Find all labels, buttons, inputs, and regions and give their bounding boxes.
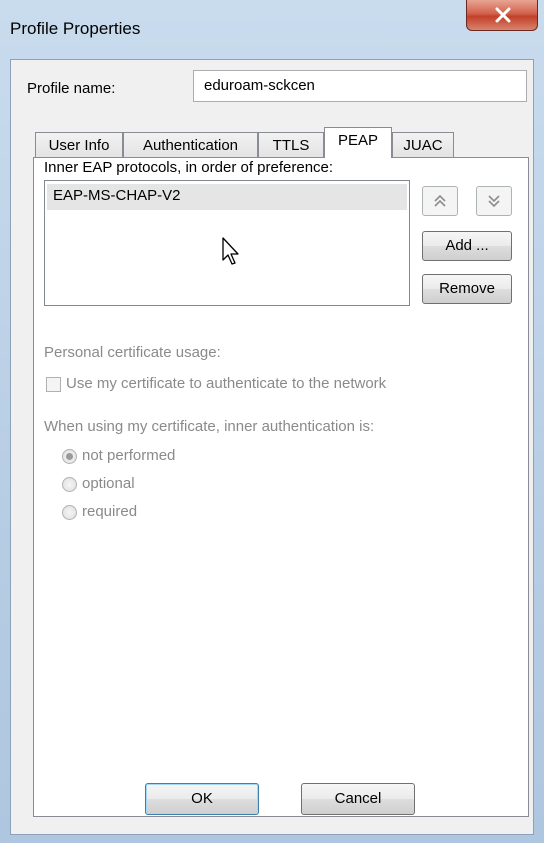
title-bar: Profile Properties xyxy=(0,0,544,58)
add-protocol-button[interactable]: Add ... xyxy=(422,231,512,261)
cancel-button[interactable]: Cancel xyxy=(301,783,415,815)
radio-required-label: required xyxy=(82,503,138,520)
move-down-button[interactable] xyxy=(476,186,512,216)
move-up-button[interactable] xyxy=(422,186,458,216)
tab-juac[interactable]: JUAC xyxy=(392,132,454,157)
profile-properties-window: Profile Properties Profile name: eduroam… xyxy=(0,0,544,843)
window-title: Profile Properties xyxy=(10,19,141,38)
tab-ttls[interactable]: TTLS xyxy=(258,132,324,157)
use-certificate-label: Use my certificate to authenticate to th… xyxy=(66,375,387,392)
use-certificate-checkbox[interactable] xyxy=(46,377,61,392)
profile-name-label: Profile name: xyxy=(27,80,116,97)
close-icon xyxy=(495,7,511,23)
tab-authentication[interactable]: Authentication xyxy=(123,132,258,157)
cert-usage-label: Personal certificate usage: xyxy=(44,344,221,361)
dialog-client-area: Profile name: eduroam-sckcen User Info A… xyxy=(10,59,534,835)
inner-auth-label: When using my certificate, inner authent… xyxy=(44,418,375,435)
mouse-pointer-icon xyxy=(222,237,239,265)
profile-name-field[interactable]: eduroam-sckcen xyxy=(193,70,527,102)
list-item[interactable]: EAP-MS-CHAP-V2 xyxy=(47,184,407,210)
close-button[interactable] xyxy=(466,0,538,31)
inner-eap-label: Inner EAP protocols, in order of prefere… xyxy=(44,159,334,176)
remove-protocol-button[interactable]: Remove xyxy=(422,274,512,304)
double-chevron-down-icon xyxy=(488,195,500,208)
tab-peap[interactable]: PEAP xyxy=(324,127,392,158)
radio-not-performed-label: not performed xyxy=(82,447,176,464)
peap-tab-panel: Inner EAP protocols, in order of prefere… xyxy=(33,157,529,817)
ok-button[interactable]: OK xyxy=(145,783,259,815)
tab-user-info[interactable]: User Info xyxy=(35,132,123,157)
radio-optional-label: optional xyxy=(82,475,135,492)
double-chevron-up-icon xyxy=(434,194,446,207)
radio-not-performed[interactable] xyxy=(62,449,77,464)
radio-required[interactable] xyxy=(62,505,77,520)
radio-optional[interactable] xyxy=(62,477,77,492)
